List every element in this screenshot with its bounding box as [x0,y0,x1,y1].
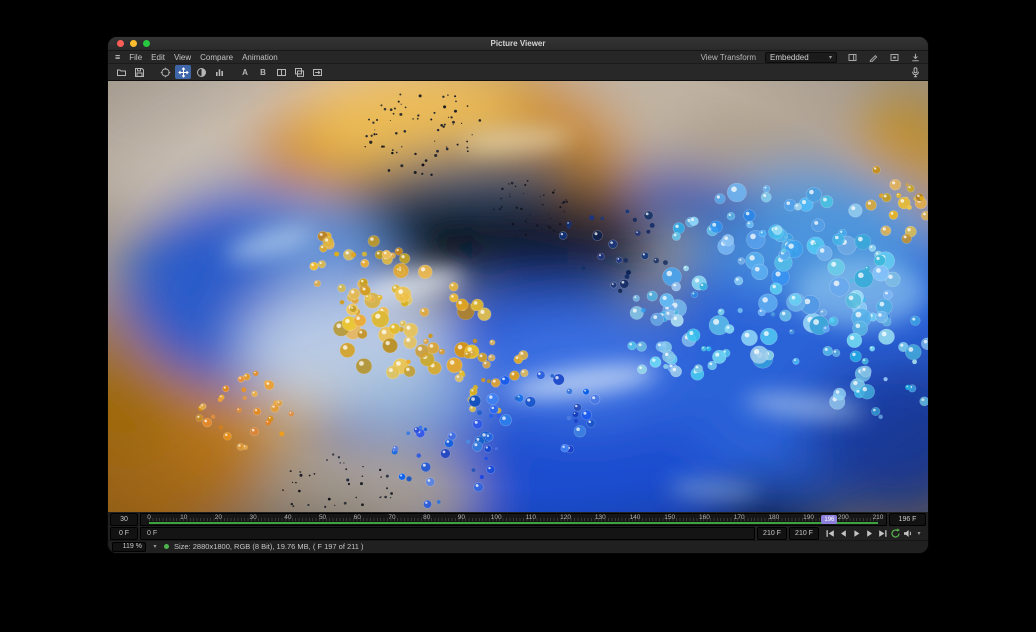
ruler-tick-label: 90 [458,514,465,521]
ruler-tick-label: 180 [768,514,779,521]
panel-icon[interactable] [846,52,858,63]
save-icon[interactable] [131,65,147,79]
window-titlebar[interactable]: Picture Viewer [108,37,928,51]
range-start-field[interactable]: 0 F [110,527,138,540]
ruler-tick-label: 20 [215,514,222,521]
ruler-tick-label: 10 [180,514,187,521]
ruler-tick-label: 190 [803,514,814,521]
export-download-icon[interactable] [909,52,921,63]
contrast-icon[interactable] [193,65,209,79]
compare-a-button[interactable]: A [237,65,253,79]
ruler-tick-label: 30 [250,514,257,521]
compare-b-button[interactable]: B [255,65,271,79]
ruler-tick-label: 150 [664,514,675,521]
microphone-icon[interactable] [907,65,923,79]
edit-pencil-icon[interactable] [867,52,879,63]
fps-field[interactable]: 30 [110,513,138,526]
open-folder-icon[interactable] [113,65,129,79]
chevron-down-icon: ▾ [829,54,832,61]
ruler-tick-label: 200 [838,514,849,521]
ruler-tick-label: 100 [491,514,502,521]
view-transform-select[interactable]: Embedded ▾ [765,52,837,63]
ruler-tick-label: 210 [873,514,884,521]
view-transform-label: View Transform [701,53,756,62]
preview-range-bar[interactable]: 0 F [140,527,755,540]
histogram-icon[interactable] [211,65,227,79]
ruler-tick-label: 60 [354,514,361,521]
rendered-image [108,81,928,512]
play-button[interactable] [850,528,862,540]
picture-viewer-window: Picture Viewer ≡ File Edit View Compare … [108,37,928,553]
loop-playback-icon[interactable] [889,528,901,540]
toolbar: A B [108,64,928,81]
step-back-button[interactable] [837,528,849,540]
timeline-ruler-row: 30 0 10 20 30 40 50 60 70 80 90 100 110 120 130 140 150… [108,512,928,526]
menu-edit[interactable]: Edit [151,53,165,62]
ruler-tick-label: 0 [147,514,151,521]
ruler-tick-label: 50 [319,514,326,521]
goto-end-button[interactable] [876,528,888,540]
transport-controls: ▾ [821,527,926,540]
current-frame-field[interactable]: 196 F [889,513,926,526]
range-end-field[interactable]: 210 F [757,527,787,540]
range-in-label: 0 F [147,530,157,537]
zoom-level-value: 119 % [123,543,142,550]
ruler-tick-label: 160 [699,514,710,521]
menu-file[interactable]: File [129,53,142,62]
ruler-tick-label: 170 [734,514,745,521]
zoom-dropdown-icon[interactable]: ▾ [151,543,159,550]
compare-split-icon[interactable] [273,65,289,79]
playhead-label: 196 [824,517,834,523]
render-status-dot [164,544,169,549]
menu-animation[interactable]: Animation [242,53,278,62]
pan-move-icon[interactable] [175,65,191,79]
ruler-tick-label: 110 [526,514,536,521]
status-bar: 119 % ▾ Size: 2880x1800, RGB (8 Bit), 19… [108,540,928,553]
ruler-tick-label: 80 [423,514,430,521]
ruler-tick-label: 40 [284,514,291,521]
ruler-ticks: 0 10 20 30 40 50 60 70 80 90 100 110 120 130 140 150 160… [149,514,878,525]
menu-bar: ≡ File Edit View Compare Animation View … [108,51,928,64]
window-title: Picture Viewer [108,39,928,48]
view-transform-value: Embedded [770,53,809,62]
rendered-image-canvas[interactable] [108,81,928,512]
zoom-level-field[interactable]: 119 % [112,542,146,552]
ruler-tick-label: 130 [595,514,606,521]
goto-start-button[interactable] [824,528,836,540]
ruler-tick-label: 120 [560,514,571,521]
frame-icon[interactable] [888,52,900,63]
menu-compare[interactable]: Compare [200,53,233,62]
timeline-ruler[interactable]: 0 10 20 30 40 50 60 70 80 90 100 110 120 130 140 150 160… [140,513,887,526]
compare-overlay-icon[interactable] [291,65,307,79]
range-end-field-2[interactable]: 210 F [789,527,819,540]
range-transport-row: 0 F 0 F 210 F 210 F [108,526,928,540]
hamburger-menu-icon[interactable]: ≡ [115,53,120,62]
image-info-text: Size: 2880x1800, RGB (8 Bit), 19.76 MB, … [174,542,364,551]
navigator-target-icon[interactable] [157,65,173,79]
ruler-tick-label: 70 [388,514,395,521]
desktop-background: Picture Viewer ≡ File Edit View Compare … [0,0,1036,632]
volume-speaker-icon[interactable] [902,528,914,540]
compare-swap-icon[interactable] [309,65,325,79]
ruler-tick-label: 140 [630,514,641,521]
volume-dropdown-icon[interactable]: ▾ [915,528,923,540]
step-forward-button[interactable] [863,528,875,540]
menu-view[interactable]: View [174,53,191,62]
playhead[interactable]: 196 [821,515,837,524]
